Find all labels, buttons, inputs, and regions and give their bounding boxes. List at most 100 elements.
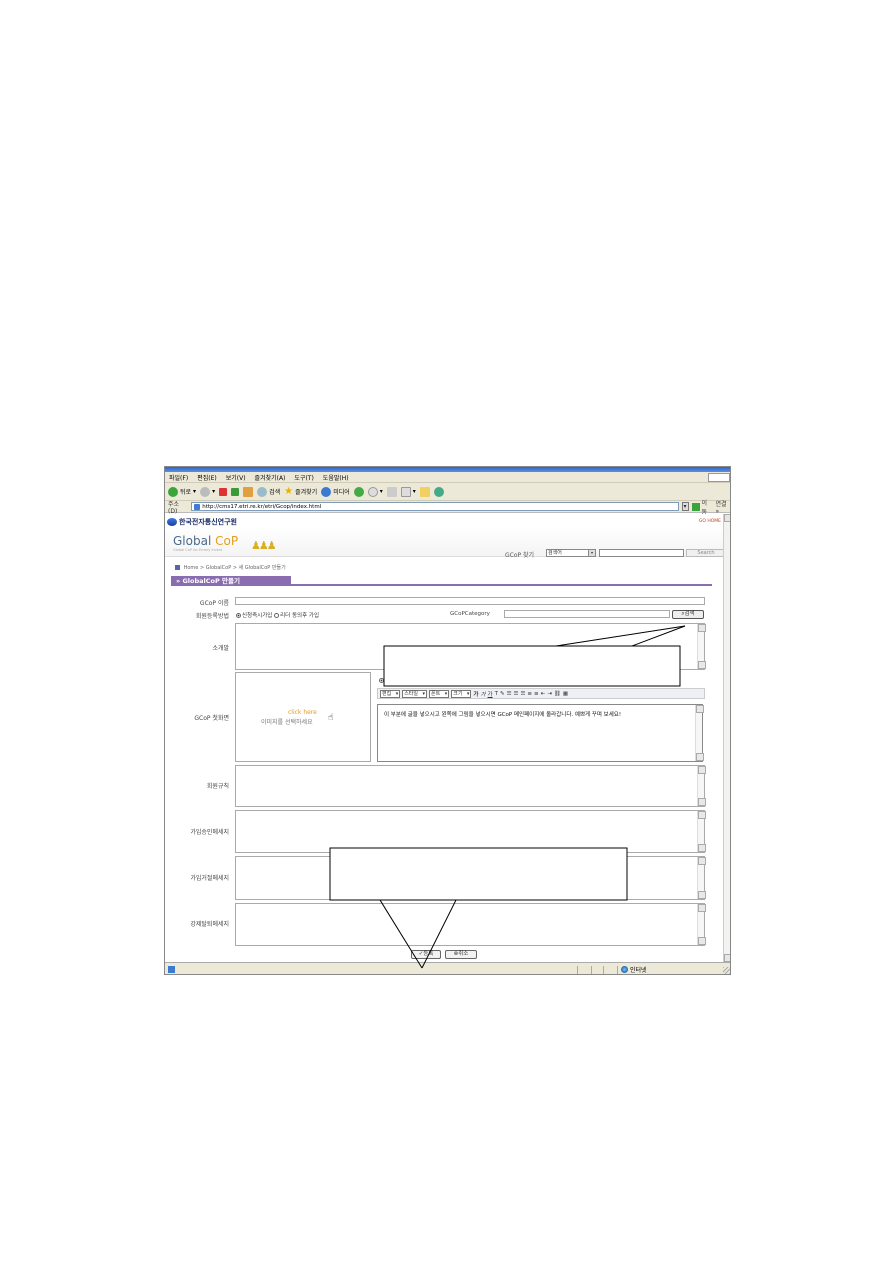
size-select[interactable]: 크기 [451,689,472,698]
menu-tools[interactable]: 도구(T) [294,473,313,482]
force-leave-message-textarea[interactable] [235,903,706,946]
folder-button[interactable] [419,486,430,497]
forward-arrow-icon [200,486,211,497]
gcop-search-input[interactable] [599,549,684,557]
rules-label: 회원규칙 [206,783,229,790]
menu-edit[interactable]: 편집(E) [197,473,217,482]
refresh-icon [231,487,240,496]
scrollbar[interactable] [697,811,706,852]
align-center-icon[interactable]: ☰ [514,691,519,697]
search-icon [257,486,268,497]
text-color-icon[interactable]: T [495,691,498,697]
scrollbar[interactable] [697,904,706,945]
go-button[interactable]: 이동 [691,498,713,516]
media-button[interactable]: 미디어 [321,486,350,497]
search-type-select[interactable]: 검색어 ▾ [546,549,596,557]
scroll-up-icon[interactable] [724,514,730,522]
image-hint: 이미지를 선택하세요 [261,719,313,726]
go-home-link[interactable]: GO HOME [699,519,721,524]
cancel-button[interactable]: ⊗취소 [445,950,477,959]
menu-file[interactable]: 파일(F) [169,473,188,482]
link-icon[interactable]: ⛓ [554,691,561,697]
messenger-button[interactable] [433,486,444,497]
category-input[interactable] [504,610,670,618]
menu-favorites[interactable]: 즐겨찾기(A) [255,473,286,482]
chevron-down-icon[interactable]: ▾ [681,502,689,511]
double-chevron-icon: » [176,577,181,585]
italic-button[interactable]: 가 [480,690,485,698]
scrollbar[interactable] [697,766,706,806]
edit-button[interactable]: ▾ [400,486,416,497]
search-button[interactable]: 검색 [257,486,280,497]
edit-select[interactable]: 편집 [380,689,401,698]
favorites-button[interactable]: ★ 즐겨찾기 [284,486,317,497]
edit-page-icon [400,486,411,497]
click-here-link[interactable]: click here [288,709,317,716]
outdent-icon[interactable]: ⇤ [541,691,546,697]
refresh-button[interactable] [231,487,240,496]
reject-message-textarea[interactable] [235,856,706,900]
stop-button[interactable] [219,487,228,496]
submit-button[interactable]: ✓등록 [411,950,441,959]
section-divider [291,584,712,586]
scrollbar[interactable] [695,705,704,761]
gcop-name-input[interactable] [235,597,705,605]
style-select[interactable]: 스타일 [402,689,428,698]
align-left-icon[interactable]: ☰ [507,691,512,697]
highlight-icon[interactable]: ✎ [500,691,505,697]
intro-label: 소개말 [212,645,229,652]
scroll-down-icon[interactable] [724,954,730,962]
org-logo[interactable]: 한국전자통신연구원 [167,517,237,527]
join-method-label: 회원등록방법 [195,613,229,620]
editor-radio[interactable] [379,678,384,683]
indent-icon[interactable]: ⇥ [547,691,552,697]
back-arrow-icon [168,486,178,497]
browser-toolbar: 뒤로 ▾ ▾ 검색 ★ 즐겨찾기 미디어 ▾ ▾ [165,483,730,501]
html-radio[interactable] [401,678,407,683]
printer-icon [386,486,397,497]
align-right-icon[interactable]: ☰ [520,691,525,697]
join-immediate-radio[interactable] [236,613,241,618]
address-bar: 주소(D) http://cms17.etri.re.kr/etri/Gcop/… [165,498,730,516]
chevron-down-icon: ▾ [379,488,383,495]
underline-button[interactable]: 가 [488,690,493,698]
page-scrollbar[interactable] [723,514,730,962]
gcop-search-label: GCoP 찾기 [505,552,535,559]
rules-textarea[interactable] [235,765,706,807]
approve-message-textarea[interactable] [235,810,706,853]
numbered-list-icon[interactable]: ≡ [527,691,532,697]
table-icon[interactable]: ▦ [563,691,568,697]
scrollbar[interactable] [697,857,706,899]
security-zone: 인터넷 [621,965,647,974]
home-button[interactable] [243,486,254,497]
font-select[interactable]: 폰트 [429,689,450,698]
print-button[interactable] [386,486,397,497]
links-button[interactable]: 연결 » [715,499,730,515]
status-divider [603,966,604,974]
scrollbar[interactable] [697,624,706,669]
global-cop-logo[interactable]: Global CoP [173,534,238,548]
status-divider [577,966,578,974]
globe-icon [621,966,628,973]
image-select-area[interactable]: click here 이미지를 선택하세요 ☝ [235,672,371,762]
forward-button[interactable]: ▾ [200,486,215,497]
intro-textarea[interactable] [235,623,706,670]
bullet-list-icon[interactable]: ≡ [534,691,539,697]
address-input[interactable]: http://cms17.etri.re.kr/etri/Gcop/index.… [191,502,679,511]
gcop-search-button[interactable]: Search [686,549,723,557]
history-button[interactable] [353,486,364,497]
resize-grip-icon[interactable] [723,967,730,974]
page-status-icon [168,966,175,973]
editor-content[interactable]: 이 부분에 글을 넣으시고 왼쪽에 그림을 넣으시면 GCoP 메인페이지에 올… [377,704,704,762]
folder-icon [419,486,430,497]
back-button[interactable]: 뒤로 ▾ [168,486,196,497]
hand-cursor-icon: ☝ [328,713,334,723]
bold-button[interactable]: 가 [473,690,478,698]
mail-button[interactable]: ▾ [367,486,383,497]
join-leader-radio[interactable] [274,613,280,618]
menu-view[interactable]: 보기(V) [226,473,246,482]
page-content: 한국전자통신연구원 GO HOME Global CoP Global CoP … [165,514,723,962]
category-search-button[interactable]: ⌕검색 [672,610,704,619]
breadcrumb: Home > GlobalCoP > 새 GlobalCoP 만들기 [175,564,286,571]
menu-help[interactable]: 도움말(H) [323,473,349,482]
